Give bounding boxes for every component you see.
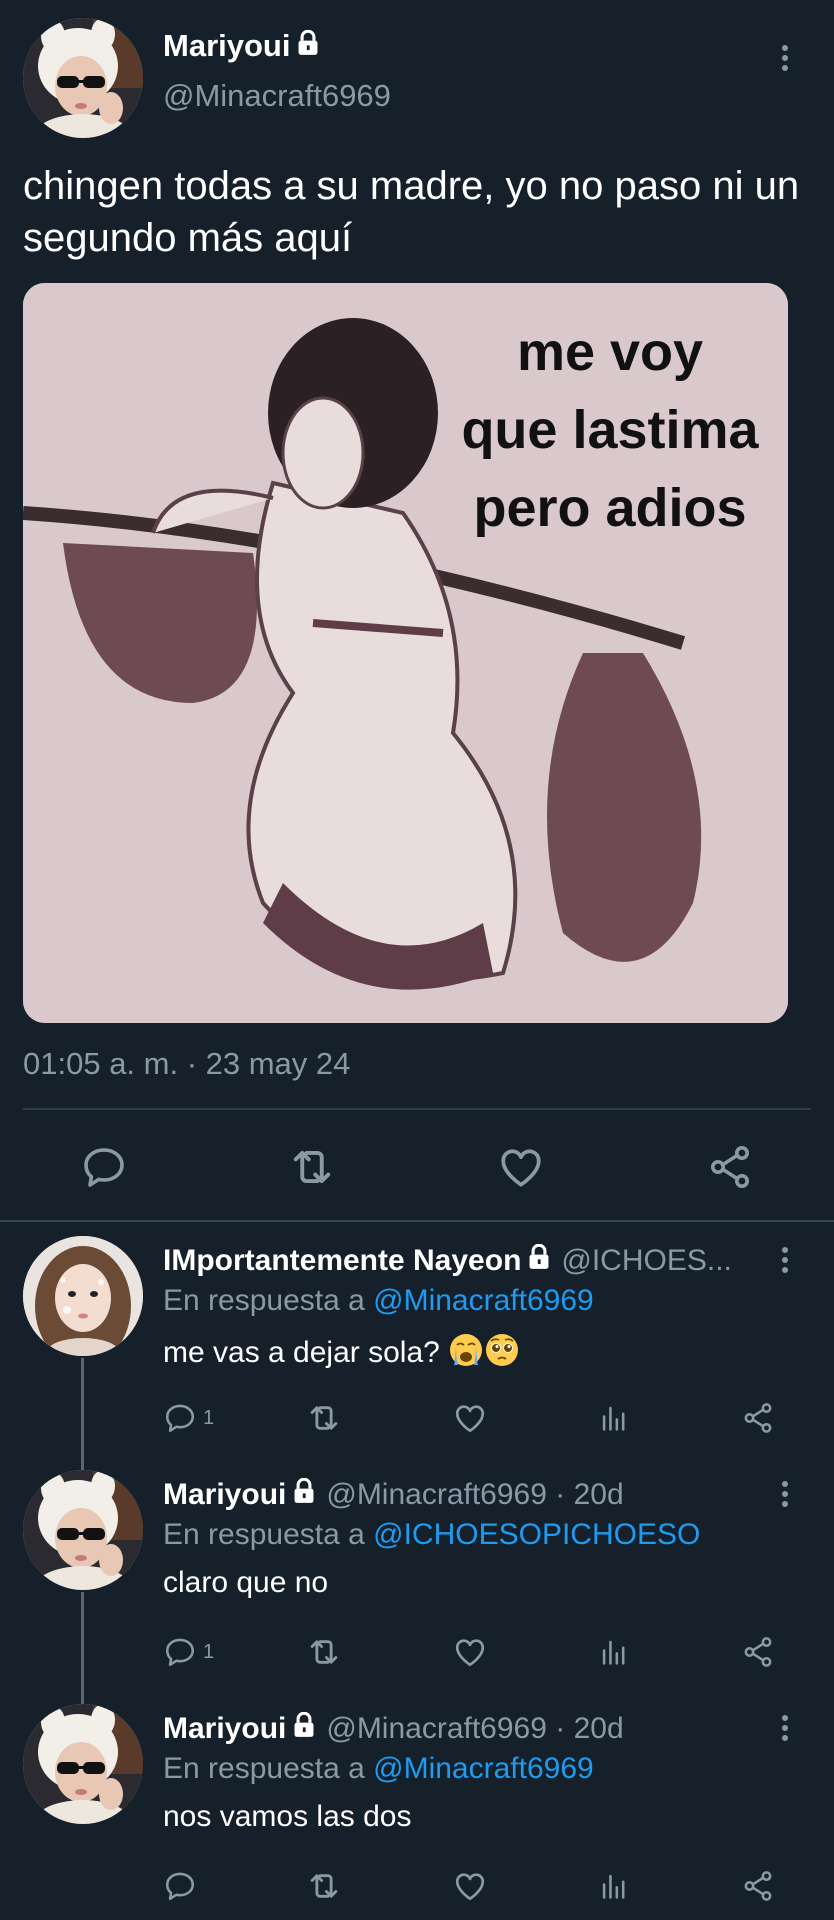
retweet-icon	[305, 1633, 343, 1671]
retweet-button[interactable]	[305, 1398, 343, 1438]
more-options-button[interactable]	[770, 1474, 800, 1514]
in-reply-prefix: En respuesta a	[163, 1752, 365, 1785]
analytics-icon	[597, 1401, 631, 1435]
avatar[interactable]	[23, 1704, 143, 1824]
author-name-row[interactable]: Mariyoui @Minacraft6969 · 20d	[163, 1712, 624, 1746]
more-options-button[interactable]	[770, 1240, 800, 1280]
caption-line: me voy	[516, 322, 704, 382]
retweet-icon	[286, 1141, 338, 1193]
meme-caption: me voy que lastima pero adios	[440, 313, 780, 547]
avatar[interactable]	[23, 1236, 143, 1356]
share-icon	[741, 1635, 775, 1669]
author-handle[interactable]: @Minacraft6969 · 20d	[326, 1478, 623, 1512]
more-options-button[interactable]	[770, 1708, 800, 1748]
heart-icon	[452, 1868, 488, 1904]
mention-link[interactable]: @Minacraft6969	[373, 1752, 594, 1785]
display-name[interactable]: IMportantemente Nayeon	[163, 1244, 521, 1278]
lock-icon	[296, 28, 320, 64]
tweet-timestamp[interactable]: 01:05 a. m. · 23 may 24	[23, 1046, 350, 1082]
caption-line: pero adios	[473, 478, 747, 538]
like-button[interactable]	[452, 1632, 488, 1672]
caption-line: que lastima	[461, 400, 759, 460]
tweet-text: chingen todas a su madre, yo no paso ni …	[23, 164, 800, 260]
like-button[interactable]	[452, 1866, 488, 1906]
lock-icon	[527, 1244, 551, 1278]
lock-icon	[292, 1712, 316, 1746]
main-tweet: Mariyoui @Minacraft6969 chingen todas a …	[0, 0, 834, 1222]
mention-link[interactable]: @ICHOESOPICHOESO	[373, 1518, 700, 1551]
analytics-button[interactable]	[597, 1866, 631, 1906]
tweet-thread-page: Mariyoui @Minacraft6969 chingen todas a …	[0, 0, 834, 1920]
display-name[interactable]: Mariyoui	[163, 1478, 286, 1512]
in-reply-to: En respuesta a @Minacraft6969	[163, 1752, 594, 1786]
reply-count: 1	[203, 1406, 215, 1429]
in-reply-to: En respuesta a @ICHOESOPICHOESO	[163, 1518, 700, 1552]
more-vertical-icon	[780, 1245, 790, 1275]
author-handle[interactable]: @Minacraft6969	[163, 78, 391, 114]
pleading-face-emoji	[484, 1332, 520, 1368]
reply-button[interactable]: 1	[163, 1398, 214, 1438]
share-button[interactable]	[741, 1866, 775, 1906]
retweet-icon	[305, 1399, 343, 1437]
share-icon	[741, 1401, 775, 1435]
reply-text: claro que no	[163, 1566, 329, 1599]
divider	[0, 1220, 834, 1222]
tweet-media-image[interactable]: me voy que lastima pero adios	[23, 283, 788, 1023]
mention-link[interactable]: @Minacraft6969	[373, 1284, 594, 1317]
share-button[interactable]	[741, 1632, 775, 1672]
more-vertical-icon	[780, 43, 790, 73]
analytics-button[interactable]	[597, 1398, 631, 1438]
author-handle[interactable]: @Minacraft6969 · 20d	[326, 1712, 623, 1746]
share-button[interactable]	[741, 1398, 775, 1438]
analytics-icon	[597, 1869, 631, 1903]
in-reply-prefix: En respuesta a	[163, 1284, 365, 1317]
reply-text-container: me vas a dejar sola?	[163, 1332, 520, 1370]
reply-button[interactable]: 1	[163, 1632, 214, 1672]
reply-text: me vas a dejar sola?	[163, 1336, 440, 1369]
loudly-crying-face-emoji	[448, 1332, 484, 1368]
more-options-button[interactable]	[770, 38, 800, 78]
author-name-row[interactable]: Mariyoui @Minacraft6969 · 20d	[163, 1478, 624, 1512]
heart-icon	[496, 1142, 546, 1192]
more-vertical-icon	[780, 1479, 790, 1509]
author-name-row[interactable]: IMportantemente Nayeon @ICHOES...	[163, 1244, 732, 1278]
lock-icon	[292, 1478, 316, 1512]
author-handle[interactable]: @ICHOES...	[561, 1244, 731, 1278]
reply-button[interactable]	[77, 1140, 131, 1194]
divider	[23, 1108, 811, 1110]
reply-icon	[163, 1401, 197, 1435]
in-reply-to: En respuesta a @Minacraft6969	[163, 1284, 594, 1318]
avatar[interactable]	[23, 1470, 143, 1590]
share-icon	[741, 1869, 775, 1903]
reply-text: nos vamos las dos	[163, 1800, 412, 1833]
retweet-icon	[305, 1867, 343, 1905]
reply-icon	[163, 1635, 197, 1669]
reply-button[interactable]	[163, 1866, 203, 1906]
avatar[interactable]	[23, 18, 143, 138]
retweet-button[interactable]	[285, 1140, 339, 1194]
reply-count: 1	[203, 1640, 215, 1663]
more-vertical-icon	[780, 1713, 790, 1743]
in-reply-prefix: En respuesta a	[163, 1518, 365, 1551]
analytics-icon	[597, 1635, 631, 1669]
like-button[interactable]	[494, 1140, 548, 1194]
reply-icon	[163, 1869, 197, 1903]
heart-icon	[452, 1634, 488, 1670]
analytics-button[interactable]	[597, 1632, 631, 1672]
thread-connector	[81, 1358, 84, 1470]
retweet-button[interactable]	[305, 1632, 343, 1672]
display-name[interactable]: Mariyoui	[163, 1712, 286, 1746]
heart-icon	[452, 1400, 488, 1436]
thread-connector	[81, 1592, 84, 1704]
like-button[interactable]	[452, 1398, 488, 1438]
share-button[interactable]	[703, 1140, 757, 1194]
share-icon	[706, 1143, 754, 1191]
reply-icon	[80, 1143, 128, 1191]
author-name-row[interactable]: Mariyoui	[163, 28, 320, 64]
retweet-button[interactable]	[305, 1866, 343, 1906]
display-name[interactable]: Mariyoui	[163, 28, 290, 64]
